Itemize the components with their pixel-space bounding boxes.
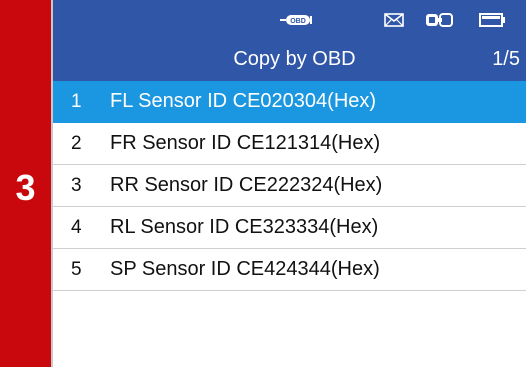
page-indicator: 1/5 [492,48,520,70]
vci-connection-icon [426,13,453,27]
list-item-index: 1 [71,91,82,112]
device-screen: OBD Copy by OBD 1/5 1 FL Sensor ID CE020… [51,0,526,367]
obd-label: OBD [290,18,306,25]
sensor-list-item-4[interactable]: 4 RL Sensor ID CE323334(Hex) [53,207,526,249]
obd-connector-icon: OBD [280,15,312,25]
list-item-label: FR Sensor ID CE121314(Hex) [110,132,381,154]
step-number: 3 [15,167,36,208]
step-indicator-bar: 3 [0,0,51,367]
sensor-list-item-3[interactable]: 3 RR Sensor ID CE222324(Hex) [53,165,526,207]
sensor-list-item-1[interactable]: 1 FL Sensor ID CE020304(Hex) [53,81,526,123]
sensor-list-item-2[interactable]: 2 FR Sensor ID CE121314(Hex) [53,123,526,165]
sensor-list: 1 FL Sensor ID CE020304(Hex) 2 FR Sensor… [53,81,526,291]
list-item-index: 5 [71,259,82,280]
list-item-label: RR Sensor ID CE222324(Hex) [110,174,383,196]
header-bar: Copy by OBD 1/5 [53,38,526,81]
list-item-label: SP Sensor ID CE424344(Hex) [110,258,380,280]
list-item-label: RL Sensor ID CE323334(Hex) [110,216,379,238]
list-item-index: 3 [71,175,82,196]
list-item-index: 4 [71,217,82,238]
battery-icon [479,13,505,27]
sensor-list-item-5[interactable]: 5 SP Sensor ID CE424344(Hex) [53,249,526,291]
status-bar: OBD [53,0,526,38]
page-title: Copy by OBD [233,48,356,70]
list-item-index: 2 [71,133,82,154]
list-item-label: FL Sensor ID CE020304(Hex) [110,90,377,112]
mail-icon [384,13,404,27]
